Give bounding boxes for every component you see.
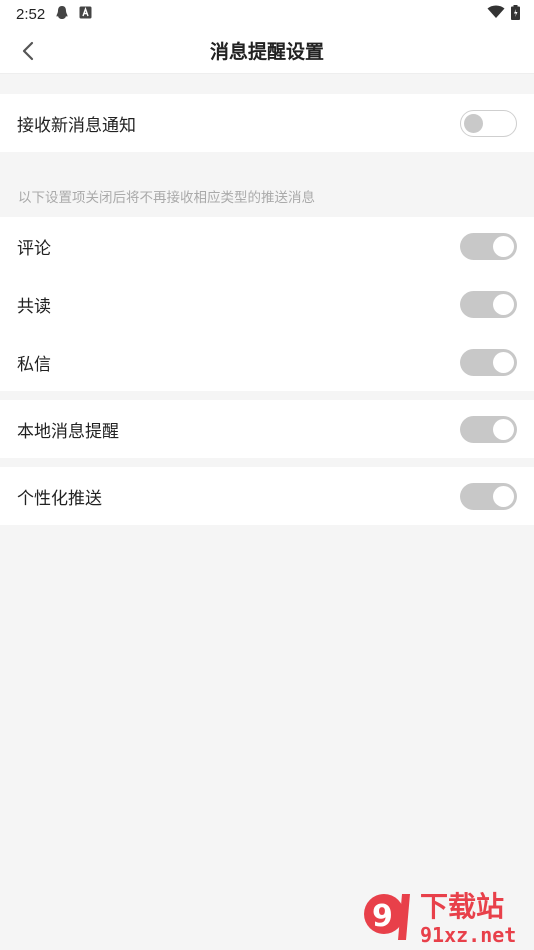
setting-row-private-message: 私信 — [0, 333, 534, 391]
back-button[interactable] — [10, 33, 46, 69]
watermark-logo: 9 下载站 91xz.net — [358, 884, 528, 948]
nav-bar: 消息提醒设置 — [0, 28, 534, 74]
setting-row-personalized-push: 个性化推送 — [0, 467, 534, 525]
personalized-push-group: 个性化推送 — [0, 467, 534, 525]
wifi-icon — [487, 5, 505, 23]
setting-label: 评论 — [17, 238, 51, 259]
co-reading-toggle[interactable] — [460, 290, 517, 318]
svg-text:9: 9 — [372, 899, 393, 934]
setting-label: 私信 — [17, 354, 51, 375]
local-reminder-group: 本地消息提醒 — [0, 400, 534, 458]
setting-row-co-reading: 共读 — [0, 275, 534, 333]
comment-toggle[interactable] — [460, 232, 517, 260]
section-hint: 以下设置项关闭后将不再接收相应类型的推送消息 — [18, 190, 315, 206]
toggle-knob — [493, 485, 514, 507]
setting-row-local-reminder: 本地消息提醒 — [0, 400, 534, 458]
toggle-knob — [493, 293, 514, 315]
setting-label: 本地消息提醒 — [17, 421, 119, 442]
setting-row-comment: 评论 — [0, 217, 534, 275]
qq-notification-icon — [55, 5, 69, 24]
toggle-knob — [493, 418, 514, 440]
chevron-left-icon — [22, 41, 34, 61]
notification-group: 接收新消息通知 — [0, 94, 534, 152]
receive-notifications-toggle[interactable] — [460, 109, 517, 137]
toggle-knob — [464, 113, 483, 133]
page-title: 消息提醒设置 — [209, 41, 324, 63]
app-notification-icon — [79, 5, 92, 23]
setting-row-receive-notifications: 接收新消息通知 — [0, 94, 534, 152]
personalized-push-toggle[interactable] — [460, 482, 517, 510]
watermark-url: 91xz.net — [420, 923, 516, 947]
setting-label: 接收新消息通知 — [17, 115, 136, 136]
setting-label: 共读 — [17, 296, 51, 317]
toggle-knob — [493, 351, 514, 373]
setting-label: 个性化推送 — [17, 488, 102, 509]
toggle-knob — [493, 235, 514, 257]
private-message-toggle[interactable] — [460, 348, 517, 376]
battery-icon — [511, 4, 520, 24]
push-types-group: 评论 共读 私信 — [0, 217, 534, 391]
local-reminder-toggle[interactable] — [460, 415, 517, 443]
status-bar: 2:52 — [0, 0, 534, 28]
status-time: 2:52 — [16, 5, 46, 23]
watermark-brand: 下载站 — [420, 890, 504, 923]
